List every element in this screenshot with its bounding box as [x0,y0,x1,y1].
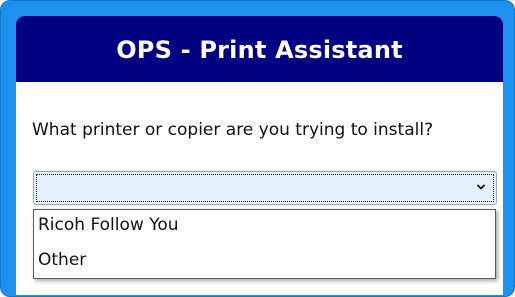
printer-question-label: What printer or copier are you trying to… [32,120,434,140]
app-frame: OPS - Print Assistant What printer or co… [0,0,515,297]
printer-options-list: Ricoh Follow You Other [33,209,496,279]
header-bar: OPS - Print Assistant [16,16,503,82]
assistant-panel: OPS - Print Assistant What printer or co… [16,16,503,295]
focus-ring [36,174,494,202]
option-other[interactable]: Other [38,250,86,270]
page-title: OPS - Print Assistant [116,36,403,64]
printer-select[interactable] [33,171,497,205]
chevron-down-icon[interactable] [475,181,487,193]
option-ricoh-follow-you[interactable]: Ricoh Follow You [38,215,179,235]
